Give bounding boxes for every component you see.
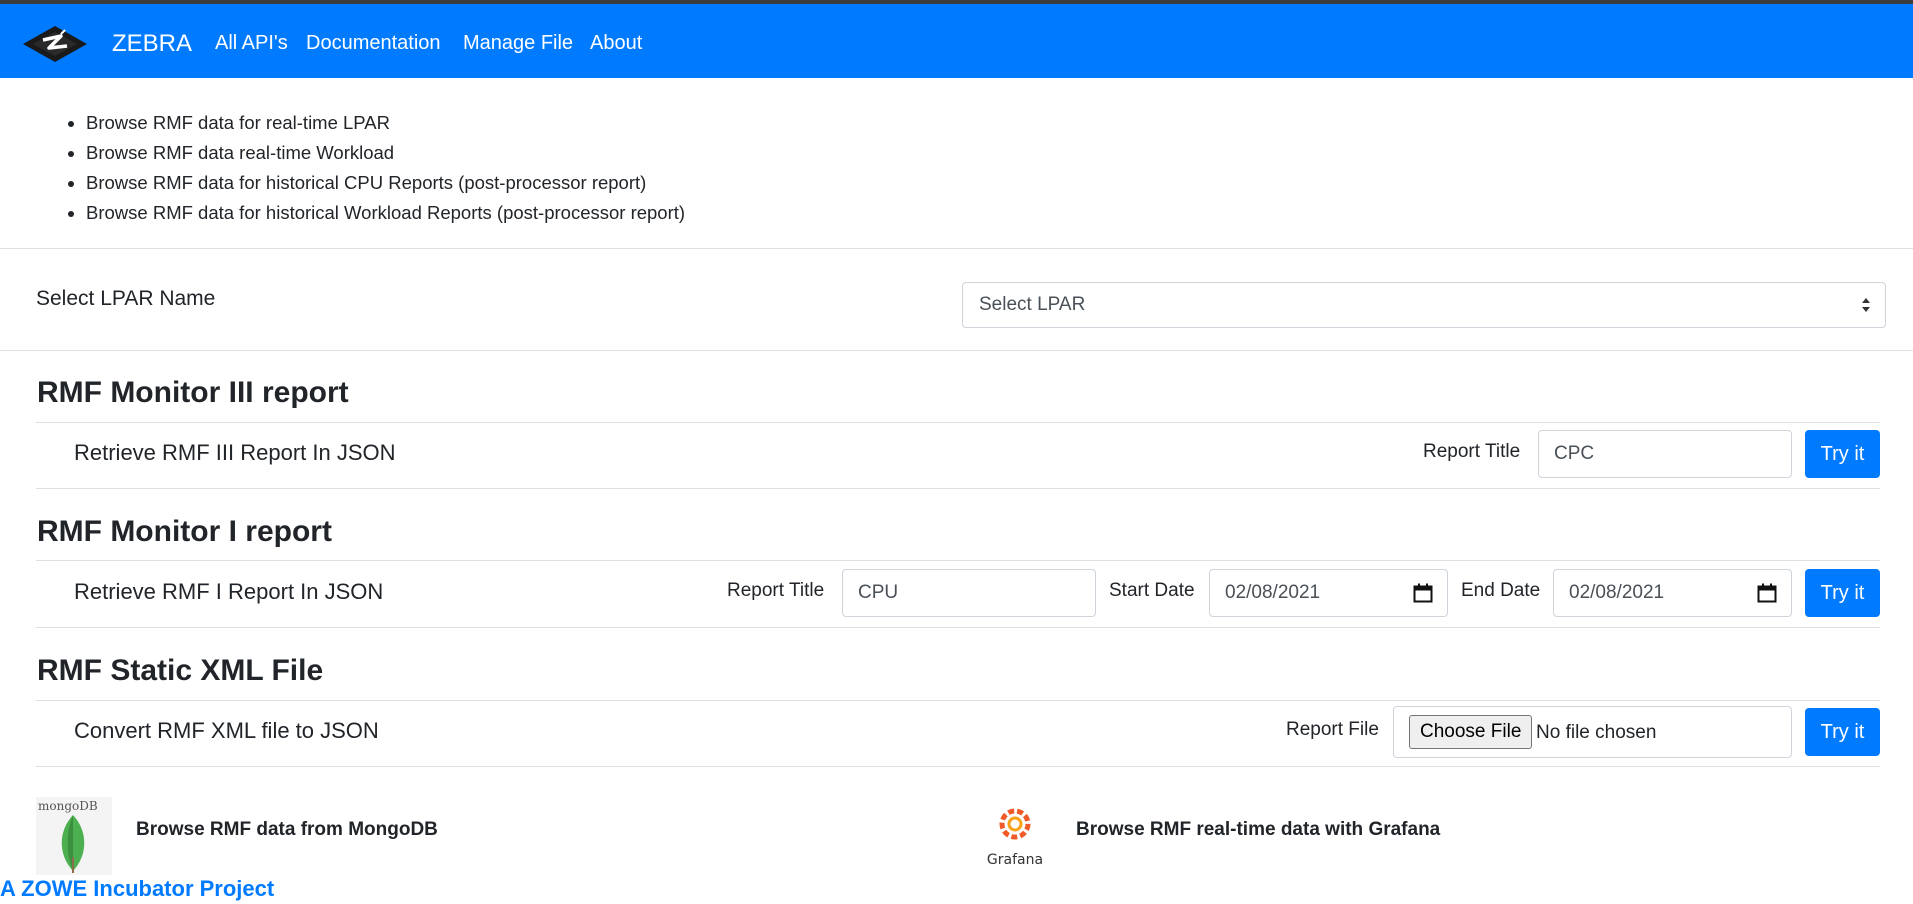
- grafana-logo-icon[interactable]: Grafana: [982, 806, 1048, 868]
- lpar-select-value: Select LPAR: [979, 294, 1086, 315]
- monitor1-start-date-label: Start Date: [1109, 580, 1195, 601]
- monitor1-end-date-input[interactable]: 02/08/2021: [1553, 569, 1792, 617]
- grafana-link[interactable]: Browse RMF real-time data with Grafana: [1076, 819, 1440, 841]
- divider: [36, 766, 1880, 767]
- divider: [0, 350, 1913, 351]
- mongodb-link[interactable]: Browse RMF data from MongoDB: [136, 819, 438, 841]
- navbar: ZEBRA All API's Documentation Manage Fil…: [0, 4, 1913, 78]
- list-item: Browse RMF data for real-time LPAR: [86, 108, 685, 138]
- choose-file-button[interactable]: Choose File: [1409, 715, 1533, 749]
- brand-name[interactable]: ZEBRA: [112, 30, 192, 58]
- monitor1-report-title-input[interactable]: CPU: [842, 569, 1096, 617]
- nav-link-about[interactable]: About: [590, 32, 642, 55]
- no-file-chosen-text: No file chosen: [1536, 722, 1657, 743]
- divider: [36, 488, 1880, 489]
- list-item: Browse RMF data real-time Workload: [86, 138, 685, 168]
- static-xml-title: RMF Static XML File: [37, 654, 324, 687]
- monitor1-try-button[interactable]: Try it: [1805, 569, 1880, 617]
- zebra-logo-icon[interactable]: [21, 24, 89, 64]
- mongodb-logo-text: mongoDB: [38, 799, 98, 813]
- monitor1-end-date-value: 02/08/2021: [1569, 582, 1665, 603]
- nav-link-all-apis[interactable]: All API's: [215, 32, 288, 55]
- nav-link-documentation[interactable]: Documentation: [306, 32, 441, 55]
- calendar-icon[interactable]: [1413, 583, 1433, 603]
- monitor3-row-label: Retrieve RMF III Report In JSON: [74, 440, 396, 465]
- lpar-select[interactable]: Select LPAR: [962, 282, 1886, 328]
- monitor1-end-date-label: End Date: [1461, 580, 1541, 601]
- monitor3-report-title-value: CPC: [1554, 443, 1595, 464]
- monitor1-report-title-label: Report Title: [727, 580, 825, 601]
- list-item: Browse RMF data for historical CPU Repor…: [86, 168, 685, 198]
- divider: [36, 422, 1880, 423]
- monitor3-report-title-input[interactable]: CPC: [1538, 430, 1792, 478]
- monitor1-start-date-input[interactable]: 02/08/2021: [1209, 569, 1448, 617]
- calendar-icon[interactable]: [1757, 583, 1777, 603]
- monitor1-report-title-value: CPU: [858, 582, 899, 603]
- nav-link-manage-file[interactable]: Manage File: [463, 32, 573, 55]
- report-file-input[interactable]: Choose File No file chosen: [1393, 706, 1792, 758]
- zowe-incubator-link[interactable]: A ZOWE Incubator Project: [0, 876, 274, 902]
- monitor1-row-label: Retrieve RMF I Report In JSON: [74, 579, 384, 604]
- static-xml-report-file-label: Report File: [1286, 719, 1379, 740]
- lpar-label: Select LPAR Name: [36, 287, 216, 310]
- intro-list: Browse RMF data for real-time LPAR Brows…: [62, 108, 685, 228]
- static-xml-try-button[interactable]: Try it: [1805, 708, 1880, 756]
- grafana-logo-text: Grafana: [987, 852, 1043, 868]
- select-arrows-icon: [1862, 298, 1870, 312]
- monitor3-title: RMF Monitor III report: [37, 376, 349, 409]
- mongodb-logo-icon[interactable]: mongoDB: [36, 797, 112, 875]
- divider: [36, 560, 1880, 561]
- monitor1-title: RMF Monitor I report: [37, 515, 332, 548]
- list-item: Browse RMF data for historical Workload …: [86, 198, 685, 228]
- monitor3-try-button[interactable]: Try it: [1805, 430, 1880, 478]
- monitor1-start-date-value: 02/08/2021: [1225, 582, 1321, 603]
- divider: [36, 700, 1880, 701]
- monitor3-report-title-label: Report Title: [1423, 441, 1521, 462]
- static-xml-row-label: Convert RMF XML file to JSON: [74, 718, 379, 743]
- divider: [0, 248, 1913, 249]
- divider: [36, 627, 1880, 628]
